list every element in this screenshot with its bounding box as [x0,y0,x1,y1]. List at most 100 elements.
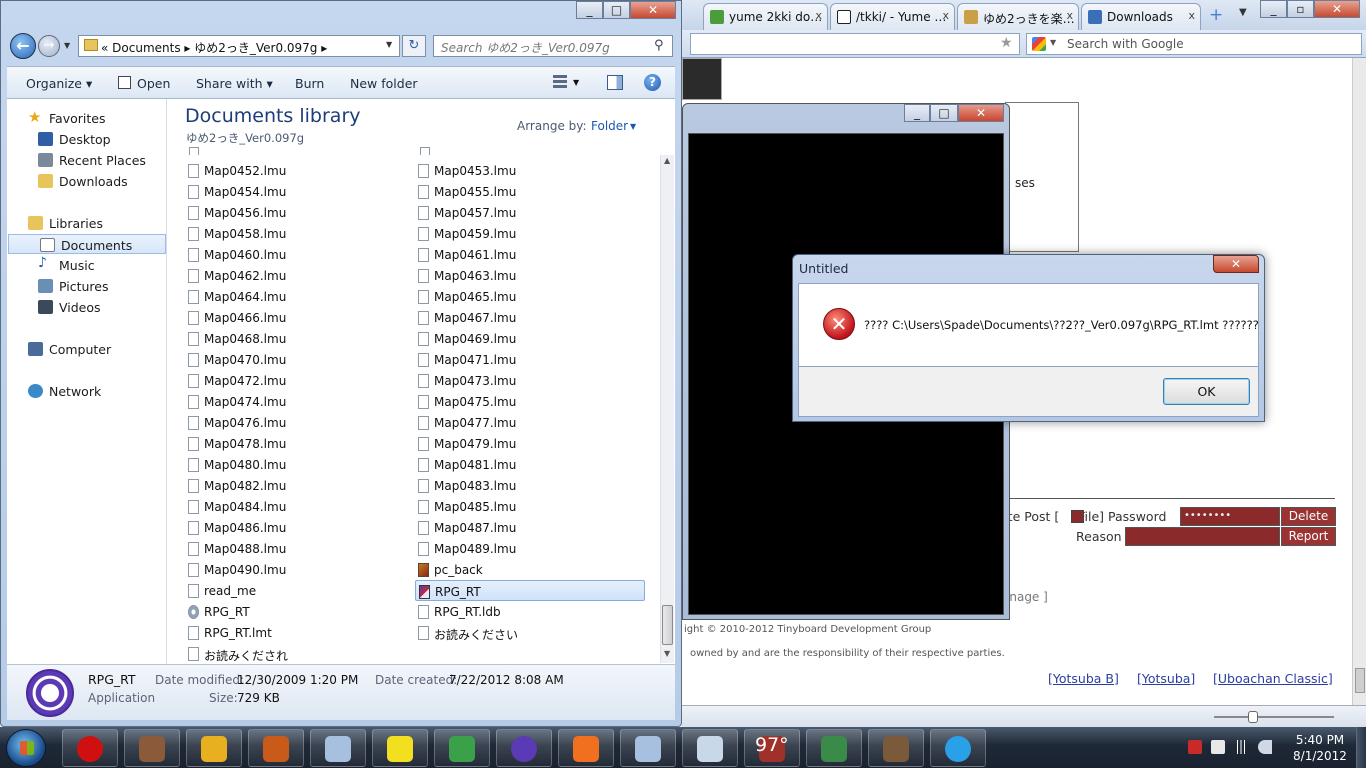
file-item[interactable]: Map0459.lmu [415,223,645,244]
file-item[interactable]: Map0461.lmu [415,244,645,265]
tab-close-icon[interactable]: x [942,9,949,22]
file-item[interactable]: RPG_RT.ldb [415,601,645,622]
file-item[interactable]: Map0457.lmu [415,202,645,223]
taskbar-skype-app[interactable] [930,729,986,767]
file-item[interactable]: Map0463.lmu [415,265,645,286]
ok-button[interactable]: OK [1163,378,1250,405]
forward-button[interactable]: → [38,35,60,57]
file-item[interactable]: Map0476.lmu [185,412,415,433]
search-input[interactable]: Search ゆめ2っき_Ver0.097g [433,35,673,57]
browser-tab-1[interactable]: yume 2kki do… x [703,3,828,30]
file-item[interactable]: RPG_RT [185,601,415,622]
file-item[interactable]: Map0452.lmu [185,160,415,181]
tab-close-icon[interactable]: x [1188,9,1195,22]
file-item[interactable]: Map0469.lmu [415,328,645,349]
file-item[interactable]: RPG_RT.lmt [185,622,415,643]
nav-libraries[interactable]: Libraries [7,213,167,233]
file-item[interactable]: Map0470.lmu [185,349,415,370]
file-item[interactable]: Map0485.lmu [415,496,645,517]
browser-minimize-button[interactable]: _ [1260,0,1287,18]
taskbar-bittorrent-app[interactable] [496,729,552,767]
bookmark-star-icon[interactable]: ★ [1000,35,1013,51]
file-item[interactable]: お読みください [415,622,645,643]
file-item[interactable]: Map0472.lmu [185,370,415,391]
taskbar-messenger-app[interactable] [434,729,490,767]
share-with-button[interactable]: Share with ▾ [196,76,273,91]
file-item[interactable]: Map0473.lmu [415,370,645,391]
arrange-dropdown-icon[interactable]: ▼ [630,122,636,131]
file-item[interactable]: Map0483.lmu [415,475,645,496]
file-item[interactable]: Map0453.lmu [415,160,645,181]
taskbar-opera[interactable] [62,729,118,767]
browser-tab-2[interactable]: /tkki/ - Yume … x [830,3,955,30]
file-item[interactable]: pc_back [415,559,645,580]
file-item[interactable]: read_me [185,580,415,601]
file-item[interactable]: Map0465.lmu [415,286,645,307]
game-minimize-button[interactable]: _ [904,104,930,122]
file-item[interactable]: Map0486.lmu [185,517,415,538]
file-item[interactable]: Map0474.lmu [185,391,415,412]
preview-pane-icon[interactable] [607,75,623,90]
tab-close-icon[interactable]: x [1066,9,1073,22]
nav-pictures[interactable]: Pictures [7,276,167,296]
delete-button[interactable]: Delete [1281,507,1336,526]
game-close-button[interactable]: ✕ [958,104,1004,122]
help-icon[interactable]: ? [644,74,661,91]
search-engine-dropdown-icon[interactable]: ▼ [1050,38,1056,47]
browser-scroll-thumb[interactable] [1355,668,1365,693]
file-list-scroll-thumb[interactable] [662,605,673,645]
file-item[interactable]: Map0464.lmu [185,286,415,307]
browser-tab-3[interactable]: ゆめ2っきを楽… x [957,3,1079,30]
style-link-yotsuba-b[interactable]: [Yotsuba B] [1048,671,1119,686]
delete-password-field[interactable]: •••••••• [1180,507,1280,526]
system-clock[interactable]: 5:40 PM 8/1/2012 [1290,732,1350,764]
organize-button[interactable]: Organize ▾ [26,76,92,91]
file-item[interactable]: Map0489.lmu [415,538,645,559]
nav-network[interactable]: Network [7,381,167,401]
browser-close-button[interactable]: ✕ [1314,0,1360,18]
zoom-slider-track[interactable] [1214,716,1334,718]
scroll-up-icon[interactable]: ▲ [664,156,670,165]
start-button[interactable] [6,729,46,767]
nav-recent-places[interactable]: Recent Places [7,150,167,170]
file-item[interactable]: Map0490.lmu [185,559,415,580]
address-dropdown-icon[interactable]: ▼ [386,40,392,49]
report-button[interactable]: Report [1281,527,1336,546]
open-button[interactable]: Open [137,76,170,91]
new-tab-button[interactable]: + [1209,5,1223,25]
file-only-checkbox[interactable] [1071,510,1084,523]
nav-computer[interactable]: Computer [7,339,167,359]
browser-tab-4[interactable]: Downloads x [1081,3,1201,30]
style-link-yotsuba[interactable]: [Yotsuba] [1137,671,1195,686]
file-item[interactable]: Map0468.lmu [185,328,415,349]
report-reason-field[interactable] [1125,527,1280,546]
explorer-close-button[interactable]: ✕ [630,1,676,19]
tray-flag-icon[interactable] [1211,740,1225,754]
nav-favorites[interactable]: ★ Favorites [7,108,167,128]
tray-volume-icon[interactable] [1258,740,1272,754]
file-item[interactable]: Map0460.lmu [185,244,415,265]
file-item[interactable]: お読みくだされ [185,643,415,663]
browser-scrollbar[interactable] [1352,58,1366,730]
recent-pages-dropdown-icon[interactable]: ▼ [64,41,70,50]
file-item[interactable]: Map0484.lmu [185,496,415,517]
view-options-icon[interactable] [553,75,567,89]
file-item[interactable]: Map0478.lmu [185,433,415,454]
taskbar-shield-app[interactable] [186,729,242,767]
burn-button[interactable]: Burn [295,76,324,91]
file-item[interactable]: Map0479.lmu [415,433,645,454]
file-list-scrollbar[interactable]: ▲ ▼ [660,155,674,663]
file-item[interactable]: Map0482.lmu [185,475,415,496]
refresh-button[interactable]: ↻ [402,35,426,57]
zoom-slider-handle[interactable] [1248,711,1258,723]
file-item[interactable]: Map0471.lmu [415,349,645,370]
file-item[interactable]: Map0455.lmu [415,181,645,202]
back-button[interactable]: ← [10,33,36,59]
file-item[interactable]: Map0488.lmu [185,538,415,559]
explorer-minimize-button[interactable]: _ [576,1,603,19]
nav-desktop[interactable]: Desktop [7,129,167,149]
nav-videos[interactable]: Videos [7,297,167,317]
file-item[interactable]: Map0456.lmu [185,202,415,223]
game-maximize-button[interactable]: □ [930,104,958,122]
search-icon[interactable]: ⚲ [654,38,664,53]
